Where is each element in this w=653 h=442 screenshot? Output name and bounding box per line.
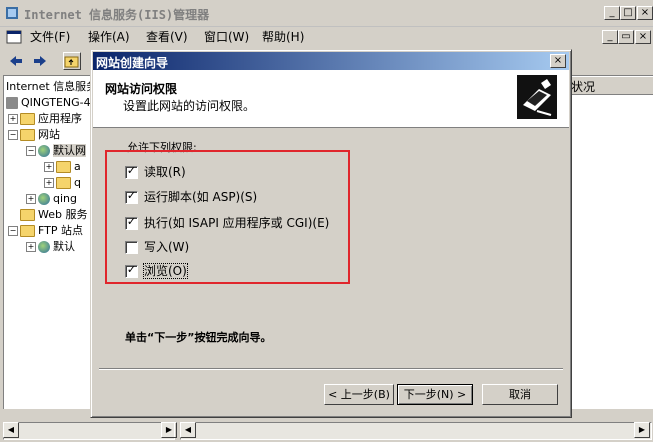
menu-window[interactable]: 窗口(W) xyxy=(204,29,249,45)
toolbar xyxy=(0,49,90,73)
cancel-button[interactable]: 取消 xyxy=(482,384,558,405)
tree-item-label: FTP 站点 xyxy=(38,224,83,237)
tree-item-websites[interactable]: − 网站 xyxy=(8,127,60,143)
close-button[interactable]: × xyxy=(637,6,653,20)
expand-icon[interactable]: + xyxy=(44,162,54,172)
globe-icon xyxy=(38,241,50,253)
collapse-icon[interactable]: − xyxy=(26,146,36,156)
child-close-button[interactable]: × xyxy=(635,30,651,44)
iis-app-icon xyxy=(5,6,19,20)
wizard-header-subtitle: 设置此网站的访问权限。 xyxy=(123,99,256,113)
forward-arrow-icon[interactable] xyxy=(32,53,48,69)
tree-item-label: Web 服务 xyxy=(38,208,88,221)
globe-icon xyxy=(38,193,50,205)
tree-item-iis-root[interactable]: Internet 信息服务 xyxy=(6,79,91,95)
computer-icon xyxy=(6,97,18,109)
scroll-right-icon[interactable]: ▶ xyxy=(634,422,650,438)
back-button[interactable]: < 上一步(B) xyxy=(324,384,394,405)
folder-icon xyxy=(20,225,35,237)
mmc-doc-icon xyxy=(6,29,22,45)
expand-icon[interactable]: + xyxy=(8,114,18,124)
folder-icon xyxy=(20,113,35,125)
wizard-finish-instruction: 单击“下一步”按钮完成向导。 xyxy=(125,331,272,344)
tree-item-qing-site[interactable]: + qing xyxy=(26,191,77,207)
wizard-close-button[interactable]: × xyxy=(550,54,566,68)
wizard-logo-icon xyxy=(517,75,557,119)
tree-item-sub-a[interactable]: + a xyxy=(44,159,81,175)
tree-item-default-ftp[interactable]: + 默认 xyxy=(26,239,75,255)
column-header-label: 状况 xyxy=(571,80,596,94)
wizard-header-title: 网站访问权限 xyxy=(105,82,178,96)
menu-bar: 文件(F) 操作(A) 查看(V) 窗口(W) 帮助(H) _ ▭ × xyxy=(0,26,653,48)
collapse-icon[interactable]: − xyxy=(8,130,18,140)
menu-view[interactable]: 查看(V) xyxy=(146,29,188,45)
scroll-left-icon[interactable]: ◀ xyxy=(180,422,196,438)
tree-item-default-site[interactable]: − 默认网 xyxy=(26,143,86,159)
menu-action[interactable]: 操作(A) xyxy=(88,29,130,45)
main-window-titlebar: Internet 信息服务(IIS)管理器 _ □ × xyxy=(0,0,653,27)
tree-item-label: q xyxy=(74,176,81,189)
wizard-separator xyxy=(99,368,563,370)
folder-icon xyxy=(20,209,35,221)
expand-icon[interactable]: + xyxy=(44,178,54,188)
tree-item-label: 网站 xyxy=(38,128,60,141)
tree-item-label: Internet 信息服务 xyxy=(6,80,91,93)
expand-icon[interactable]: + xyxy=(26,242,36,252)
scroll-right-icon[interactable]: ▶ xyxy=(161,422,177,438)
tree-scrollbar[interactable] xyxy=(3,422,175,440)
tree-item-label: 默认网 xyxy=(53,144,86,157)
up-folder-icon[interactable] xyxy=(63,52,81,70)
collapse-icon[interactable]: − xyxy=(8,226,18,236)
expand-icon[interactable]: + xyxy=(26,194,36,204)
tree-item-sub-q[interactable]: + q xyxy=(44,175,81,191)
status-bar: ◀ ▶ ◀ ▶ xyxy=(0,422,653,442)
highlight-box xyxy=(105,150,350,284)
tree-item-app-pools[interactable]: + 应用程序 xyxy=(8,111,82,127)
tree-item-ftp-sites[interactable]: − FTP 站点 xyxy=(8,223,83,239)
maximize-button[interactable]: □ xyxy=(620,6,636,20)
tree-item-web-service[interactable]: Web 服务 xyxy=(20,207,87,223)
wizard-titlebar: 网站创建向导 × xyxy=(93,52,569,70)
wizard-title: 网站创建向导 xyxy=(96,56,169,70)
tree-item-label: QINGTENG-42 xyxy=(21,96,91,109)
folder-icon xyxy=(56,161,71,173)
details-scrollbar[interactable] xyxy=(180,422,652,440)
menu-file[interactable]: 文件(F) xyxy=(30,29,70,45)
child-minimize-button[interactable]: _ xyxy=(602,30,618,44)
back-arrow-icon[interactable] xyxy=(8,53,24,69)
console-tree: Internet 信息服务 QINGTENG-42 + 应用程序 − 网站 − 默认网… xyxy=(3,75,91,409)
tree-item-label: a xyxy=(74,160,81,173)
minimize-button[interactable]: _ xyxy=(604,6,620,20)
column-header-status[interactable]: 状况 xyxy=(570,76,653,95)
tree-item-server[interactable]: QINGTENG-42 xyxy=(6,95,91,111)
child-restore-button[interactable]: ▭ xyxy=(618,30,634,44)
globe-icon xyxy=(38,145,50,157)
tree-item-label: 应用程序 xyxy=(38,112,82,125)
menu-help[interactable]: 帮助(H) xyxy=(262,29,304,45)
folder-icon xyxy=(20,129,35,141)
scroll-left-icon[interactable]: ◀ xyxy=(3,422,19,438)
tree-item-label: qing xyxy=(53,192,77,205)
details-pane: 状况 xyxy=(570,75,653,409)
next-button[interactable]: 下一步(N) > xyxy=(397,384,473,405)
wizard-header: 网站访问权限 设置此网站的访问权限。 xyxy=(93,70,569,128)
main-window-title: Internet 信息服务(IIS)管理器 xyxy=(24,8,210,22)
tree-item-label: 默认 xyxy=(53,240,75,253)
folder-icon xyxy=(56,177,71,189)
